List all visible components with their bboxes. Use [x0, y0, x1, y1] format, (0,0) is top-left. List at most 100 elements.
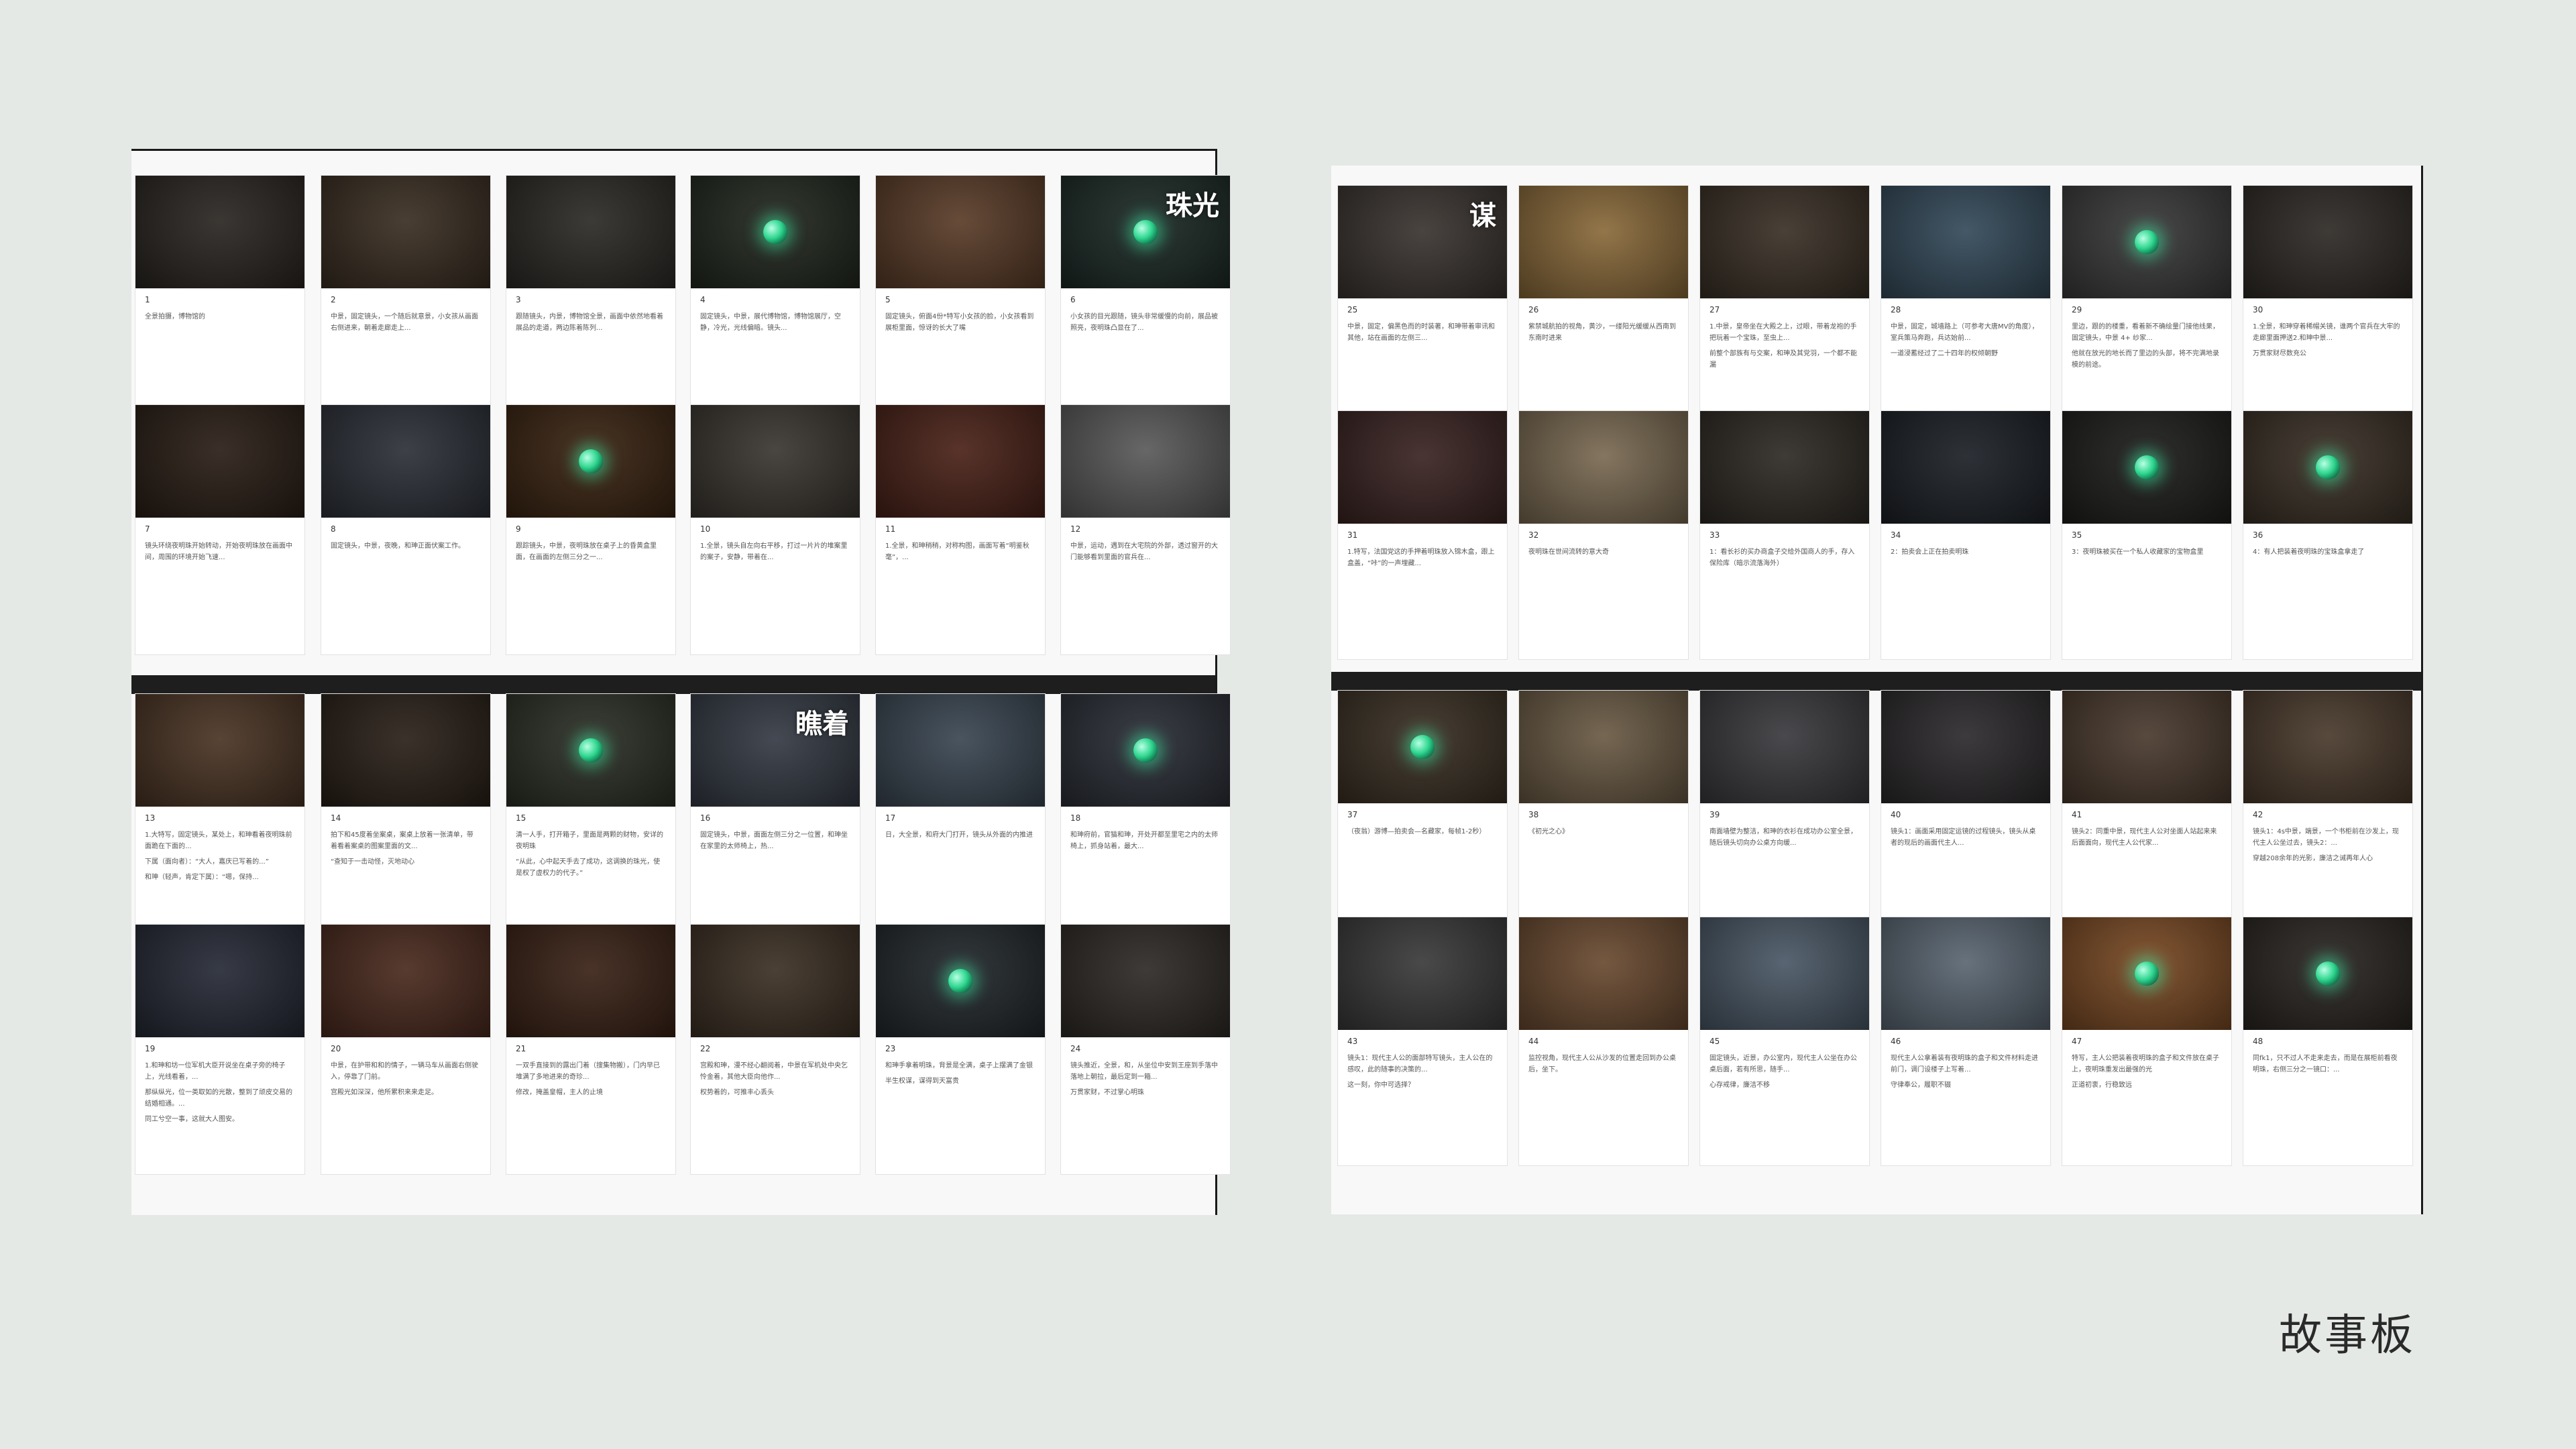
storyboard-panel: 46 现代主人公拿着装有夜明珠的盒子和文件材料走进前门，调门设楼子上写着... 守律…	[1881, 917, 2050, 1165]
panel-description: 同fk1，只不过人不走来走去，而是在展柜前看夜明珠，右侧三分之一镜口：...	[2253, 1053, 2402, 1080]
panel-description-line: 心存戒律，廉洁不移	[1710, 1082, 1770, 1089]
panel-description-line: 中景，在护带和和的情子，一辆马车从画面右侧驶入，停靠了门前。	[331, 1062, 478, 1081]
panel-description-line: 监控视角，现代主人公从沙发的位置走回到办公桌后，坐下。	[1528, 1055, 1676, 1074]
panel-description: 镜头1：4s中景，端景，一个书柜前在沙发上，现代主人公坐过去，镜头2：... 穿越…	[2253, 826, 2402, 868]
panel-description: 1.全景，镜头自左向右平移，打过一片片的堆案里的案子，安静，带着在...	[700, 540, 849, 567]
panel-thumbnail	[1519, 691, 1688, 803]
storyboard-panel: 33 1：看长衫的买办商盒子交给外国商人的手，存入保险库（暗示流落海外）	[1700, 411, 1869, 659]
storyboard-panel: 1 全景拍摄，博物馆的	[135, 176, 304, 425]
panel-description-line: 守律奉公，履职不辍	[1891, 1082, 1951, 1089]
panel-thumbnail	[135, 694, 304, 807]
storyboard-sheet-right: 谋 25 中景，固定，偏黑色而的时装著，和珅带着审讯和其他，站在画面的左侧三... 2…	[1331, 166, 2423, 1214]
storyboard-panel: 28 中景，固定，城墙路上（可参考大唐MV的角度），室兵策马奔跑，兵达始前... 一…	[1881, 186, 2050, 434]
storyboard-panel: 8 固定镜头，中景，夜晚，和珅正面伏案工作。	[321, 405, 490, 654]
panel-number: 4	[700, 295, 706, 304]
panel-description-line: 夜明珠在世间流转的意大奇	[1528, 548, 1609, 556]
panel-thumbnail	[1700, 691, 1869, 803]
panel-thumbnail	[1519, 917, 1688, 1030]
panel-description: 镜头环绕夜明珠开始转动，开始夜明珠放在画面中间，周围的环境开始飞速...	[145, 540, 294, 567]
panel-number: 30	[2253, 305, 2263, 314]
storyboard-panel: 20 中景，在护带和和的情子，一辆马车从画面右侧驶入，停靠了门前。 宫殿光如深深，他…	[321, 925, 490, 1174]
panel-description-line: 拍下和45度着坐案桌，案桌上放着一张清单，带着看着案桌的图案里面的文...	[331, 831, 473, 850]
storyboard-panel: 珠光 6 小女孩的目光跟随，镜头非常缓慢的向前，展品被照亮，夜明珠凸显在了...	[1061, 176, 1230, 425]
panel-description: 中景，固定镜头，一个随后就意景，小女孩从画面右侧进来，朝着走廊走上...	[331, 311, 480, 338]
pearl-icon	[579, 738, 603, 762]
panel-description: 1.全景，和珅稍稍，对称构图，画面写着“明鉴秋毫”，...	[885, 540, 1034, 567]
panel-number: 28	[1891, 305, 1901, 314]
panel-number: 14	[331, 813, 341, 823]
sheet-divider-band	[1331, 672, 2421, 691]
storyboard-panel: 7 镜头环绕夜明珠开始转动，开始夜明珠放在画面中间，周围的环境开始飞速...	[135, 405, 304, 654]
panel-thumbnail	[135, 925, 304, 1037]
panel-number: 20	[331, 1044, 341, 1053]
panel-description: 宫殿和珅，漫不经心翻阅着，中景在军机处中央乞怜金着，其他大臣向他作... 权势着的…	[700, 1060, 849, 1102]
pearl-icon	[2135, 962, 2159, 986]
panel-thumbnail	[691, 925, 860, 1037]
panel-thumbnail	[321, 176, 490, 288]
panel-description-line: 一双手直接到的露出门着（搜集物搬），门内早已堆满了多地进来的奇珍...	[516, 1062, 660, 1081]
panel-description: （夜翁）游博—拍卖会—名藏家，每帧1-2秒）	[1347, 826, 1496, 842]
panel-number: 2	[331, 295, 336, 304]
panel-description: 跟踪镜头，中景，夜明珠放在桌子上的昏黄盒里面，在画面的左侧三分之一...	[516, 540, 665, 567]
panel-number: 44	[1528, 1037, 1539, 1046]
panel-description: 镜头推近，全景，和，从坐位中安到王座到手落中落地上朝拉，最后定到一箱... 万贯家…	[1070, 1060, 1219, 1102]
panel-description-line: 镜头环绕夜明珠开始转动，开始夜明珠放在画面中间，周围的环境开始飞速...	[145, 542, 292, 561]
panel-description-line: “查知于一击动怪，灭地动心	[331, 858, 415, 866]
panel-number: 36	[2253, 530, 2263, 540]
panel-thumbnail	[506, 405, 675, 518]
panel-description-line: 和珅手拿着明珠，背景是全满，桌子上摆满了金银	[885, 1062, 1033, 1069]
panel-thumbnail	[1881, 691, 2050, 803]
panel-thumbnail	[1881, 186, 2050, 298]
panel-number: 11	[885, 524, 896, 534]
panel-description: 固定镜头，中景，面面左侧三分之一位置，和珅坐在家里的太师椅上，热...	[700, 829, 849, 856]
pearl-icon	[2135, 455, 2159, 479]
panel-thumbnail: 瞧着	[691, 694, 860, 807]
panel-number: 17	[885, 813, 896, 823]
panel-thumbnail	[506, 925, 675, 1037]
storyboard-panel: 10 1.全景，镜头自左向右平移，打过一片片的堆案里的案子，安静，带着在...	[691, 405, 860, 654]
storyboard-panel: 26 紫禁城航拍的视角，黄沙，一缕阳光缓缓从西南到东南时进来	[1519, 186, 1688, 434]
panel-description: 1.中景，皇帝坐在大殿之上，过眼，带着龙袍的手把玩着一个宝珠，至虫上... 前整个…	[1710, 321, 1858, 375]
panel-thumbnail	[1061, 925, 1230, 1037]
storyboard-panel: 36 4：有人把装着夜明珠的宝珠盒拿走了	[2243, 411, 2412, 659]
panel-description: 中景，固定，偏黑色而的时装著，和珅带着审讯和其他，站在画面的左侧三...	[1347, 321, 1496, 348]
panel-thumbnail	[876, 405, 1045, 518]
panel-thumbnail	[321, 694, 490, 807]
panel-number: 41	[2072, 810, 2082, 819]
panel-description: 中景，在护带和和的情子，一辆马车从画面右侧驶入，停靠了门前。 宫殿光如深深，他所累…	[331, 1060, 480, 1102]
panel-number: 22	[700, 1044, 711, 1053]
panel-description: 紫禁城航拍的视角，黄沙，一缕阳光缓缓从西南到东南时进来	[1528, 321, 1677, 348]
panel-description-line: 镜头2：同重中景，现代主人公对坐面人站起来来后面面向，现代主人公代家...	[2072, 828, 2217, 847]
storyboard-panel: 27 1.中景，皇帝坐在大殿之上，过眼，带着龙袍的手把玩着一个宝珠，至虫上... 前…	[1700, 186, 1869, 434]
panel-number: 21	[516, 1044, 526, 1053]
storyboard-panel: 43 镜头1：现代主人公的面部特写镜头，主人公在的感叹，此的随事的决策的... 这一…	[1338, 917, 1507, 1165]
panel-number: 15	[516, 813, 526, 823]
storyboard-panel: 23 和珅手拿着明珠，背景是全满，桌子上摆满了金银 半生权谋，谋得到天富贵	[876, 925, 1045, 1174]
thumbnail-calligraphy: 瞧着	[795, 708, 849, 740]
panel-thumbnail	[1519, 411, 1688, 524]
panel-number: 31	[1347, 530, 1358, 540]
panel-thumbnail	[1061, 694, 1230, 807]
panel-thumbnail	[1338, 917, 1507, 1030]
panel-number: 6	[1070, 295, 1076, 304]
panel-number: 43	[1347, 1037, 1358, 1046]
storyboard-panel: 24 镜头推近，全景，和，从坐位中安到王座到手落中落地上朝拉，最后定到一箱... 万…	[1061, 925, 1230, 1174]
panel-description-line: 他就在放光的地长而了里边的头部，将不完满地录模的前途。	[2072, 350, 2219, 369]
panel-description-line: 万贯家财，不过掌心明珠	[1070, 1089, 1144, 1096]
panel-description: 跟随镜头，内景，博物馆全景，画面中依然地看着展品的走道，两边陈着陈列...	[516, 311, 665, 338]
panel-number: 18	[1070, 813, 1081, 823]
panel-thumbnail	[2062, 917, 2231, 1030]
panel-thumbnail	[1700, 186, 1869, 298]
panel-number: 46	[1891, 1037, 1901, 1046]
storyboard-panel: 3 跟随镜头，内景，博物馆全景，画面中依然地看着展品的走道，两边陈着陈列...	[506, 176, 675, 425]
storyboard-panel: 42 镜头1：4s中景，端景，一个书柜前在沙发上，现代主人公坐过去，镜头2：...…	[2243, 691, 2412, 939]
panel-description: 小女孩的目光跟随，镜头非常缓慢的向前，展品被照亮，夜明珠凸显在了...	[1070, 311, 1219, 338]
panel-thumbnail	[1700, 917, 1869, 1030]
panel-description: 2：拍卖会上正在拍卖明珠	[1891, 546, 2039, 562]
panel-number: 7	[145, 524, 150, 534]
storyboard-panel: 4 固定镜头，中景，展代博物馆，博物馆展厅，空静，冷光，光线偏暗。镜头...	[691, 176, 860, 425]
storyboard-panel: 31 1.特写，法国党这的手押着明珠放入锦木盒，跟上盒盖，“咔”的一声埋藏...	[1338, 411, 1507, 659]
panel-description: 全景拍摄，博物馆的	[145, 311, 294, 327]
storyboard-panel: 48 同fk1，只不过人不走来走去，而是在展柜前看夜明珠，右侧三分之一镜口：...	[2243, 917, 2412, 1165]
panel-description: 固定镜头，中景，展代博物馆，博物馆展厅，空静，冷光，光线偏暗。镜头...	[700, 311, 849, 338]
